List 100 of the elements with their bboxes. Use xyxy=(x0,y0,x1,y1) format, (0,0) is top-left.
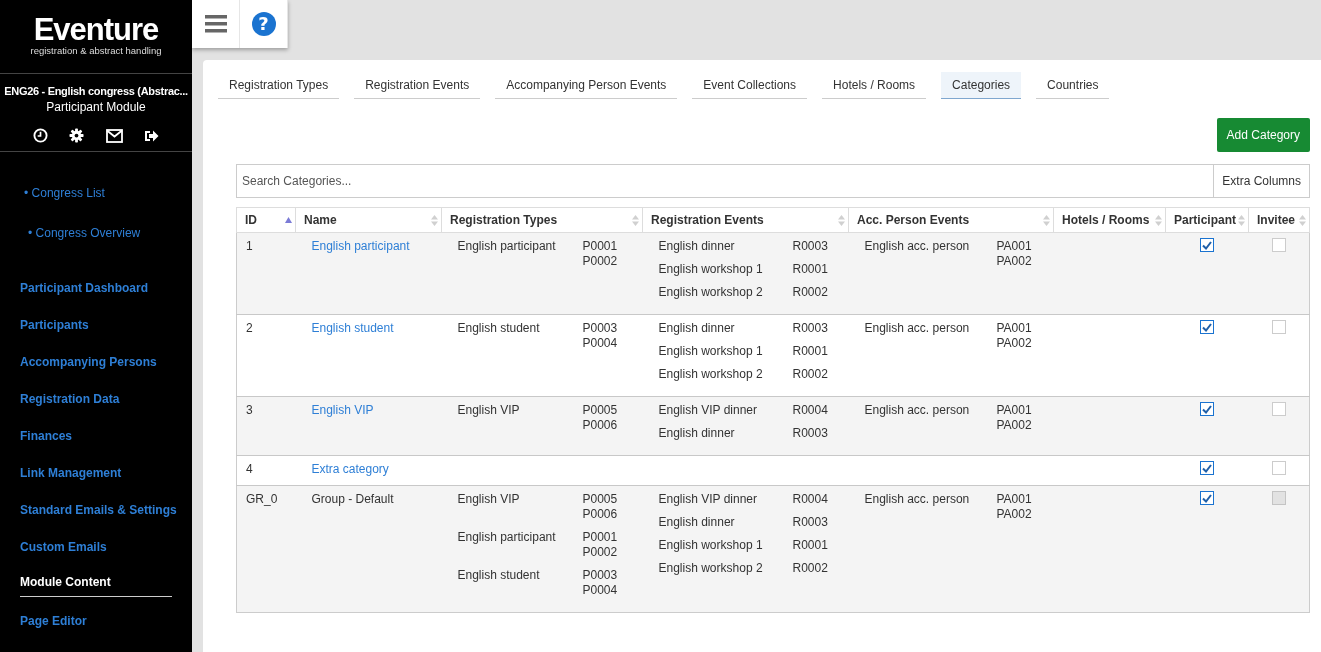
id-text: 1 xyxy=(246,239,253,253)
registration-event-name: English workshop 2 xyxy=(658,367,764,382)
registration-event-name: English dinner xyxy=(658,426,736,441)
settings-icon[interactable] xyxy=(69,128,85,143)
sidebar-item[interactable]: Module Content xyxy=(20,566,172,597)
tab[interactable]: Accompanying Person Events xyxy=(495,72,678,99)
acc-person-event-code: PA002 xyxy=(996,507,1032,522)
registration-type-name: English participant xyxy=(457,239,557,255)
column-header[interactable]: Registration Events xyxy=(642,207,849,233)
registration-type-code: P0003 xyxy=(582,568,618,583)
tab[interactable]: Categories xyxy=(941,72,1022,99)
acc-person-event-name: English acc. person xyxy=(864,321,971,337)
registration-type-name: English student xyxy=(457,568,541,584)
congress-title: ENG26 - English congress (Abstrac... xyxy=(3,84,189,99)
category-link[interactable]: Extra category xyxy=(311,462,389,476)
checkbox[interactable] xyxy=(1200,402,1214,416)
category-link[interactable]: English VIP xyxy=(311,403,374,417)
id-text: GR_0 xyxy=(246,492,278,506)
registration-event-code: R0001 xyxy=(792,538,828,553)
registration-event-name: English workshop 1 xyxy=(658,344,764,359)
sidebar-item[interactable]: Accompanying Persons xyxy=(20,344,157,381)
registration-event-name: English VIP dinner xyxy=(658,492,758,507)
sidebar-item[interactable]: Participants xyxy=(20,307,89,344)
sidebar-item[interactable]: Participant Dashboard xyxy=(20,270,149,307)
registration-type-code: P0004 xyxy=(582,336,618,351)
registration-event-name: English workshop 2 xyxy=(658,285,764,300)
registration-event-code: R0003 xyxy=(792,426,828,441)
registration-event-code: R0001 xyxy=(792,262,828,277)
checkbox[interactable] xyxy=(1200,461,1214,475)
registration-type-code: P0005 xyxy=(582,403,618,418)
help-button[interactable]: ? xyxy=(251,12,276,36)
registration-event-name: English workshop 1 xyxy=(658,538,764,553)
mail-icon[interactable] xyxy=(105,128,123,143)
category-link[interactable]: English student xyxy=(311,321,394,335)
sidebar-item[interactable]: Standard Emails & Settings xyxy=(20,492,177,529)
tab[interactable]: Registration Events xyxy=(354,72,481,99)
module-name: Participant Module xyxy=(45,99,147,115)
sign-out-icon[interactable] xyxy=(144,128,160,143)
tab[interactable]: Hotels / Rooms xyxy=(822,72,927,99)
registration-event-name: English workshop 2 xyxy=(658,561,764,576)
congress-link[interactable]: • Congress Overview xyxy=(20,213,141,253)
category-name: Group - Default xyxy=(311,492,394,506)
sidebar-item[interactable]: Link Management xyxy=(20,455,122,492)
column-header[interactable]: Name xyxy=(295,207,442,233)
registration-type-code: P0006 xyxy=(582,507,618,522)
acc-person-event-code: PA001 xyxy=(996,239,1032,254)
registration-event-name: English dinner xyxy=(658,239,736,254)
logo-wordmark: Eventure xyxy=(33,14,159,46)
column-header[interactable]: Invitee xyxy=(1248,207,1310,233)
registration-type-name: English VIP xyxy=(457,403,521,419)
acc-person-event-code: PA001 xyxy=(996,403,1032,418)
registration-event-code: R0003 xyxy=(792,515,828,530)
acc-person-event-code: PA001 xyxy=(996,321,1032,336)
registration-type-code: P0003 xyxy=(582,321,618,336)
registration-type-code: P0001 xyxy=(582,239,618,254)
add-category-button[interactable]: Add Category xyxy=(1216,118,1310,152)
registration-event-code: R0001 xyxy=(792,344,828,359)
column-header[interactable]: Hotels / Rooms xyxy=(1053,207,1166,233)
acc-person-event-code: PA002 xyxy=(996,254,1032,269)
checkbox[interactable] xyxy=(1200,320,1214,334)
column-header[interactable]: Participant xyxy=(1165,207,1249,233)
clock-icon[interactable] xyxy=(32,128,48,143)
congress-link[interactable]: • Congress List xyxy=(20,173,105,213)
registration-type-name: English participant xyxy=(457,530,557,546)
registration-event-code: R0002 xyxy=(792,367,828,382)
registration-type-code: P0002 xyxy=(582,254,618,269)
logo-tagline: registration & abstract handling xyxy=(30,46,162,56)
id-text: 4 xyxy=(246,462,253,476)
registration-event-name: English workshop 1 xyxy=(658,262,764,277)
tab[interactable]: Registration Types xyxy=(218,72,340,99)
column-header[interactable]: Acc. Person Events xyxy=(848,207,1054,233)
tab[interactable]: Countries xyxy=(1036,72,1110,99)
registration-event-code: R0003 xyxy=(792,239,828,254)
id-text: 2 xyxy=(246,321,253,335)
registration-event-code: R0002 xyxy=(792,561,828,576)
sidebar-item[interactable]: Custom Emails xyxy=(20,529,107,566)
acc-person-event-code: PA002 xyxy=(996,336,1032,351)
registration-type-code: P0006 xyxy=(582,418,618,433)
acc-person-event-code: PA001 xyxy=(996,492,1032,507)
registration-event-code: R0004 xyxy=(792,492,828,507)
registration-type-code: P0001 xyxy=(582,530,618,545)
acc-person-event-code: PA002 xyxy=(996,418,1032,433)
registration-event-name: English dinner xyxy=(658,321,736,336)
registration-type-code: P0004 xyxy=(582,583,618,598)
checkbox[interactable] xyxy=(1200,238,1214,252)
checkbox[interactable] xyxy=(1200,491,1214,505)
sidebar-item[interactable]: Page Editor xyxy=(20,603,87,640)
acc-person-event-name: English acc. person xyxy=(864,403,971,419)
tab[interactable]: Event Collections xyxy=(692,72,808,99)
registration-event-name: English dinner xyxy=(658,515,736,530)
search-field[interactable]: Search Categories... Extra Columns xyxy=(236,164,1310,198)
column-header[interactable]: Registration Types xyxy=(441,207,643,233)
registration-event-code: R0003 xyxy=(792,321,828,336)
category-link[interactable]: English participant xyxy=(311,239,410,253)
registration-event-name: English VIP dinner xyxy=(658,403,758,418)
column-header[interactable]: ID xyxy=(236,207,296,233)
menu-icon[interactable] xyxy=(204,15,227,33)
sidebar-item[interactable]: Finances xyxy=(20,418,73,455)
sidebar-item[interactable]: Registration Data xyxy=(20,381,120,418)
acc-person-event-name: English acc. person xyxy=(864,239,971,255)
